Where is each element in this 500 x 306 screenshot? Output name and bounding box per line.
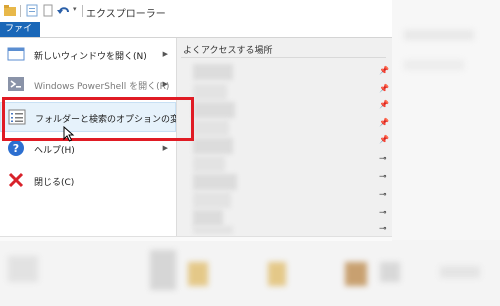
folder-icon [4, 5, 16, 16]
pin-icon[interactable]: 📌 [379, 66, 389, 75]
list-item[interactable] [193, 120, 229, 136]
menu-item-label: 新しいウィンドウを開く(N) [34, 52, 147, 62]
menu-item-close[interactable]: 閉じる(C) [0, 166, 176, 196]
menu-item-label: Windows PowerShell を開く(R) [34, 82, 170, 92]
list-item[interactable] [193, 102, 235, 118]
tab-file[interactable]: ファイル [0, 22, 40, 49]
recent-places-header: よくアクセスする場所 [183, 46, 273, 56]
pin-icon[interactable]: 📌 [379, 100, 389, 109]
customize-chevron-icon[interactable]: ▾ [73, 5, 77, 13]
title-bar: ▾ エクスプローラー [0, 0, 392, 22]
pin-icon[interactable]: 📌 [379, 118, 389, 127]
unpin-icon[interactable]: ⊸ [379, 190, 387, 200]
unpin-icon[interactable]: ⊸ [379, 172, 387, 182]
list-item[interactable] [193, 138, 233, 154]
chevron-right-icon: ▶ [162, 80, 168, 88]
menu-item-label: 閉じる(C) [34, 178, 75, 188]
svg-text:?: ? [13, 142, 19, 155]
unpin-icon[interactable]: ⊸ [379, 224, 387, 234]
toolbar-divider [20, 5, 21, 17]
toolbar-divider [82, 5, 83, 17]
highlight-annotation [2, 97, 194, 141]
help-icon: ? [8, 140, 24, 156]
mouse-cursor-icon [63, 126, 75, 142]
close-icon [8, 172, 24, 188]
undo-icon[interactable] [57, 4, 71, 17]
unpin-icon[interactable]: ⊸ [379, 208, 387, 218]
new-file-icon[interactable] [42, 4, 54, 17]
list-item[interactable] [193, 64, 233, 80]
list-item[interactable] [193, 174, 237, 190]
chevron-right-icon: ▶ [162, 144, 168, 152]
divider [181, 57, 386, 58]
recent-places-panel: よくアクセスする場所 📌 📌 📌 📌 📌 ⊸ ⊸ ⊸ ⊸ ⊸ [176, 38, 392, 236]
list-item[interactable] [193, 210, 223, 226]
powershell-icon [8, 77, 24, 91]
background-area [392, 0, 500, 240]
properties-icon[interactable] [26, 4, 38, 17]
chevron-right-icon: ▶ [162, 50, 168, 58]
list-item[interactable] [193, 156, 225, 172]
pin-icon[interactable]: 📌 [379, 135, 389, 144]
menu-item-label: ヘルプ(H) [34, 146, 75, 156]
status-bar [0, 236, 392, 241]
menu-item-new-window[interactable]: 新しいウィンドウを開く(N) ▶ [0, 40, 176, 70]
list-item[interactable] [193, 192, 231, 208]
menu-item-powershell[interactable]: Windows PowerShell を開く(R) ▶ [0, 70, 176, 100]
list-item[interactable] [193, 84, 227, 100]
window-icon [7, 47, 25, 61]
list-item[interactable] [193, 226, 233, 234]
window-title: エクスプローラー [86, 9, 166, 20]
pin-icon[interactable]: 📌 [379, 84, 389, 93]
unpin-icon[interactable]: ⊸ [379, 154, 387, 164]
